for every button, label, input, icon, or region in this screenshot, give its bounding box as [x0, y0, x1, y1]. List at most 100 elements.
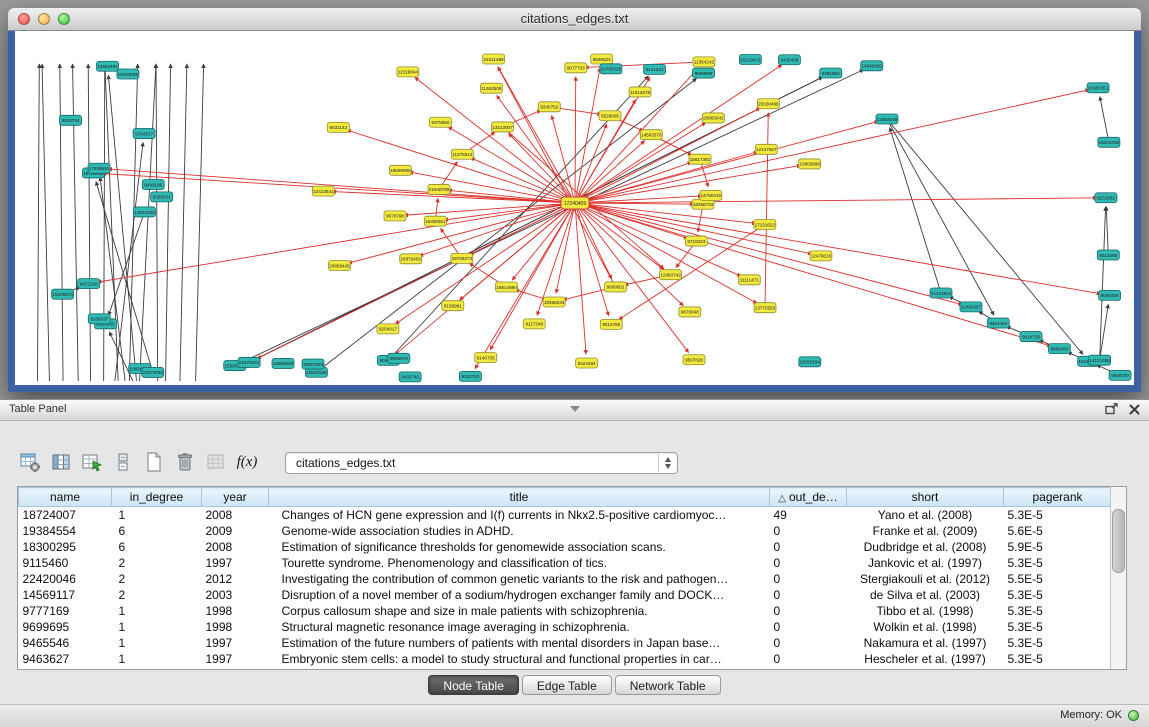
cell-title[interactable]: Genome-wide association studies in ADHD. — [269, 523, 770, 539]
cell-title[interactable]: Disruption of a novel member of a sodium… — [269, 587, 770, 603]
graph-node[interactable]: 18376402 — [400, 254, 422, 264]
graph-node[interactable]: 12119844 — [397, 67, 419, 77]
graph-node[interactable]: 17838591 — [88, 163, 110, 173]
graph-node[interactable]: 20859445 — [328, 261, 350, 271]
graph-node[interactable]: 14563370 — [640, 130, 662, 140]
graph-node[interactable]: 21675341 — [238, 357, 260, 367]
cell-in_degree[interactable]: 2 — [112, 555, 202, 571]
graph-node[interactable]: 19150194 — [799, 357, 821, 367]
column-header-short[interactable]: short — [847, 488, 1004, 507]
graph-node[interactable]: 9433740 — [399, 372, 421, 382]
graph-node[interactable]: 11111471 — [738, 275, 760, 285]
graph-node[interactable]: 12127567 — [755, 144, 777, 154]
cell-name[interactable]: 18300295 — [19, 539, 112, 555]
cell-in_degree[interactable]: 1 — [112, 651, 202, 667]
graph-node[interactable]: 9117249 — [523, 319, 545, 329]
cell-out_degree[interactable]: 0 — [770, 571, 847, 587]
graph-node[interactable]: 13313007 — [491, 122, 513, 132]
graph-node[interactable]: 9305291 — [151, 192, 173, 202]
cell-year[interactable]: 1998 — [202, 619, 269, 635]
cell-pagerank[interactable]: 5.6E-5 — [1004, 523, 1112, 539]
cell-out_degree[interactable]: 0 — [770, 587, 847, 603]
table-row[interactable]: 2242004622012Investigating the contribut… — [19, 571, 1112, 587]
graph-node[interactable]: 11462508 — [480, 83, 502, 93]
close-window-button[interactable] — [18, 13, 30, 25]
graph-node[interactable]: 9152862 — [1095, 193, 1117, 203]
graph-node[interactable]: 10568234 — [543, 297, 565, 307]
cell-in_degree[interactable]: 6 — [112, 523, 202, 539]
cell-pagerank[interactable]: 5.3E-5 — [1004, 507, 1112, 523]
cell-year[interactable]: 2012 — [202, 571, 269, 587]
table-row[interactable]: 1872400712008Changes of HCN gene express… — [19, 507, 1112, 523]
graph-node[interactable]: 9302710 — [459, 371, 481, 381]
cell-title[interactable]: Structural magnetic resonance image aver… — [269, 619, 770, 635]
graph-node[interactable]: 15208873 — [52, 289, 74, 299]
cell-in_degree[interactable]: 2 — [112, 587, 202, 603]
close-panel-icon[interactable] — [1129, 404, 1140, 415]
cell-out_degree[interactable]: 0 — [770, 539, 847, 555]
graph-node[interactable]: 9670048 — [679, 307, 701, 317]
cell-short[interactable]: Franke et al. (2009) — [847, 523, 1004, 539]
graph-node[interactable]: 9077703 — [565, 63, 587, 73]
graph-node[interactable]: 15867824 — [302, 359, 324, 369]
graph-node[interactable]: 9060408 — [1099, 290, 1121, 300]
cell-out_degree[interactable]: 0 — [770, 635, 847, 651]
graph-node[interactable]: 9141321 — [644, 64, 666, 74]
cell-year[interactable]: 1998 — [202, 603, 269, 619]
graph-node[interactable]: 9849186 — [142, 180, 164, 190]
graph-node[interactable]: 19728273 — [451, 253, 473, 263]
graph-node[interactable]: 20965042 — [702, 113, 724, 123]
cell-pagerank[interactable]: 5.9E-5 — [1004, 539, 1112, 555]
cell-year[interactable]: 2003 — [202, 587, 269, 603]
cell-out_degree[interactable]: 0 — [770, 523, 847, 539]
table-row[interactable]: 1938455462009Genome-wide association stu… — [19, 523, 1112, 539]
graph-node[interactable]: 9593754 — [60, 115, 82, 125]
cell-year[interactable]: 1997 — [202, 635, 269, 651]
table-options-button[interactable] — [18, 449, 42, 475]
cell-out_degree[interactable]: 0 — [770, 619, 847, 635]
cell-short[interactable]: Jankovic et al. (1997) — [847, 555, 1004, 571]
graph-node[interactable]: 20330496 — [757, 99, 779, 109]
graph-node[interactable]: 9014728 — [1020, 332, 1042, 342]
graph-node[interactable]: 12483742 — [660, 270, 682, 280]
graph-node[interactable]: 21693048 — [876, 114, 898, 124]
cell-year[interactable]: 2008 — [202, 507, 269, 523]
graph-node[interactable]: 9471160 — [78, 279, 100, 289]
cell-title[interactable]: Estimation of significance thresholds fo… — [269, 539, 770, 555]
graph-node[interactable]: 20219471 — [739, 54, 761, 64]
cell-in_degree[interactable]: 1 — [112, 603, 202, 619]
cell-pagerank[interactable]: 5.5E-5 — [1004, 571, 1112, 587]
tab-network-table[interactable]: Network Table — [615, 675, 721, 695]
table-row[interactable]: 1830029562008Estimation of significance … — [19, 539, 1112, 555]
show-hide-columns-button[interactable] — [49, 449, 73, 475]
graph-node[interactable]: 21324824 — [930, 288, 952, 298]
cell-name[interactable]: 19384554 — [19, 523, 112, 539]
cell-name[interactable]: 9699695 — [19, 619, 112, 635]
graph-node[interactable]: 9425408 — [778, 55, 800, 65]
cell-short[interactable]: de Silva et al. (2003) — [847, 587, 1004, 603]
cell-in_degree[interactable]: 6 — [112, 539, 202, 555]
graph-node[interactable]: 9312460 — [1097, 250, 1119, 260]
graph-node[interactable]: 9507828 — [683, 355, 705, 365]
cell-short[interactable]: Tibbo et al. (1998) — [847, 603, 1004, 619]
graph-node[interactable]: 11012678 — [629, 87, 651, 97]
column-header-out_degree[interactable]: △out_de… — [770, 488, 847, 507]
graph-node[interactable]: 9631143 — [327, 122, 349, 132]
graph-node[interactable]: 9626624 — [591, 54, 613, 64]
column-header-year[interactable]: year — [202, 488, 269, 507]
import-table-button[interactable] — [204, 449, 228, 475]
table-row[interactable]: 969969511998Structural magnetic resonanc… — [19, 619, 1112, 635]
table-selector-combobox[interactable]: citations_edges.txt — [285, 452, 678, 474]
cell-pagerank[interactable]: 5.3E-5 — [1004, 603, 1112, 619]
graph-node[interactable]: 11364242 — [693, 57, 715, 67]
cell-name[interactable]: 9777169 — [19, 603, 112, 619]
graph-node[interactable]: 15558569 — [272, 358, 294, 368]
table-row[interactable]: 911546021997Tourette syndrome. Phenomeno… — [19, 555, 1112, 571]
zoom-window-button[interactable] — [58, 13, 70, 25]
tab-edge-table[interactable]: Edge Table — [522, 675, 612, 695]
cell-in_degree[interactable]: 1 — [112, 635, 202, 651]
panel-splitter-grip[interactable] — [570, 406, 580, 412]
column-header-title[interactable]: title — [269, 488, 770, 507]
cell-title[interactable]: Estimation of the future numbers of pati… — [269, 635, 770, 651]
cell-year[interactable]: 1997 — [202, 651, 269, 667]
